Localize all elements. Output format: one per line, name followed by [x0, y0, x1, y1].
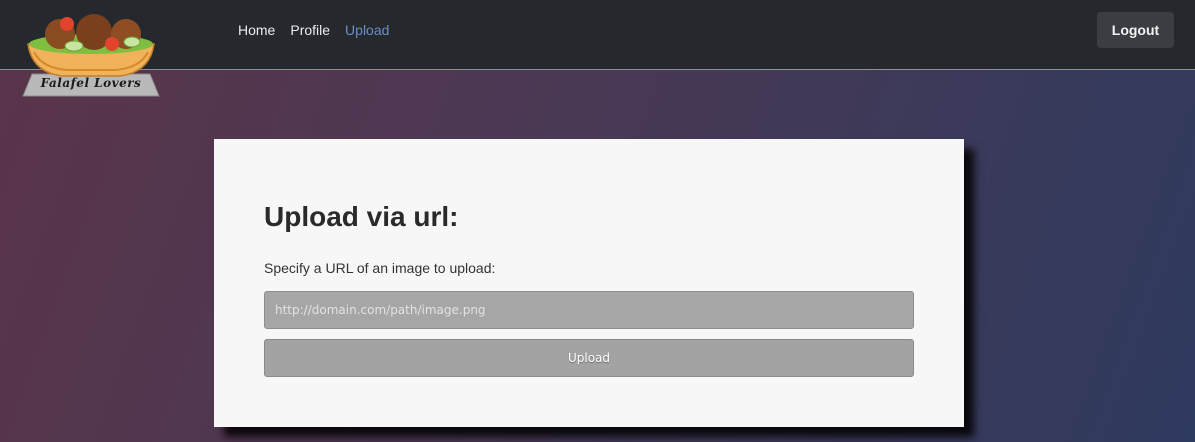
- url-input[interactable]: [264, 291, 914, 329]
- upload-title: Upload via url:: [264, 201, 459, 232]
- logout-button[interactable]: Logout: [1097, 12, 1174, 48]
- upload-button[interactable]: Upload: [264, 339, 914, 377]
- upload-card: Upload via url: Specify a URL of an imag…: [214, 139, 964, 427]
- nav-link-profile[interactable]: Profile: [290, 22, 330, 38]
- nav-link-upload[interactable]: Upload: [345, 22, 389, 38]
- nav-links: Home Profile Upload: [238, 22, 389, 38]
- falafel-lovers-logo[interactable]: Falafel Lovers: [22, 14, 160, 98]
- top-navbar: Home Profile Upload Logout: [0, 0, 1195, 70]
- upload-description: Specify a URL of an image to upload:: [264, 260, 496, 276]
- logo-text: Falafel Lovers: [40, 76, 142, 90]
- nav-link-home[interactable]: Home: [238, 22, 275, 38]
